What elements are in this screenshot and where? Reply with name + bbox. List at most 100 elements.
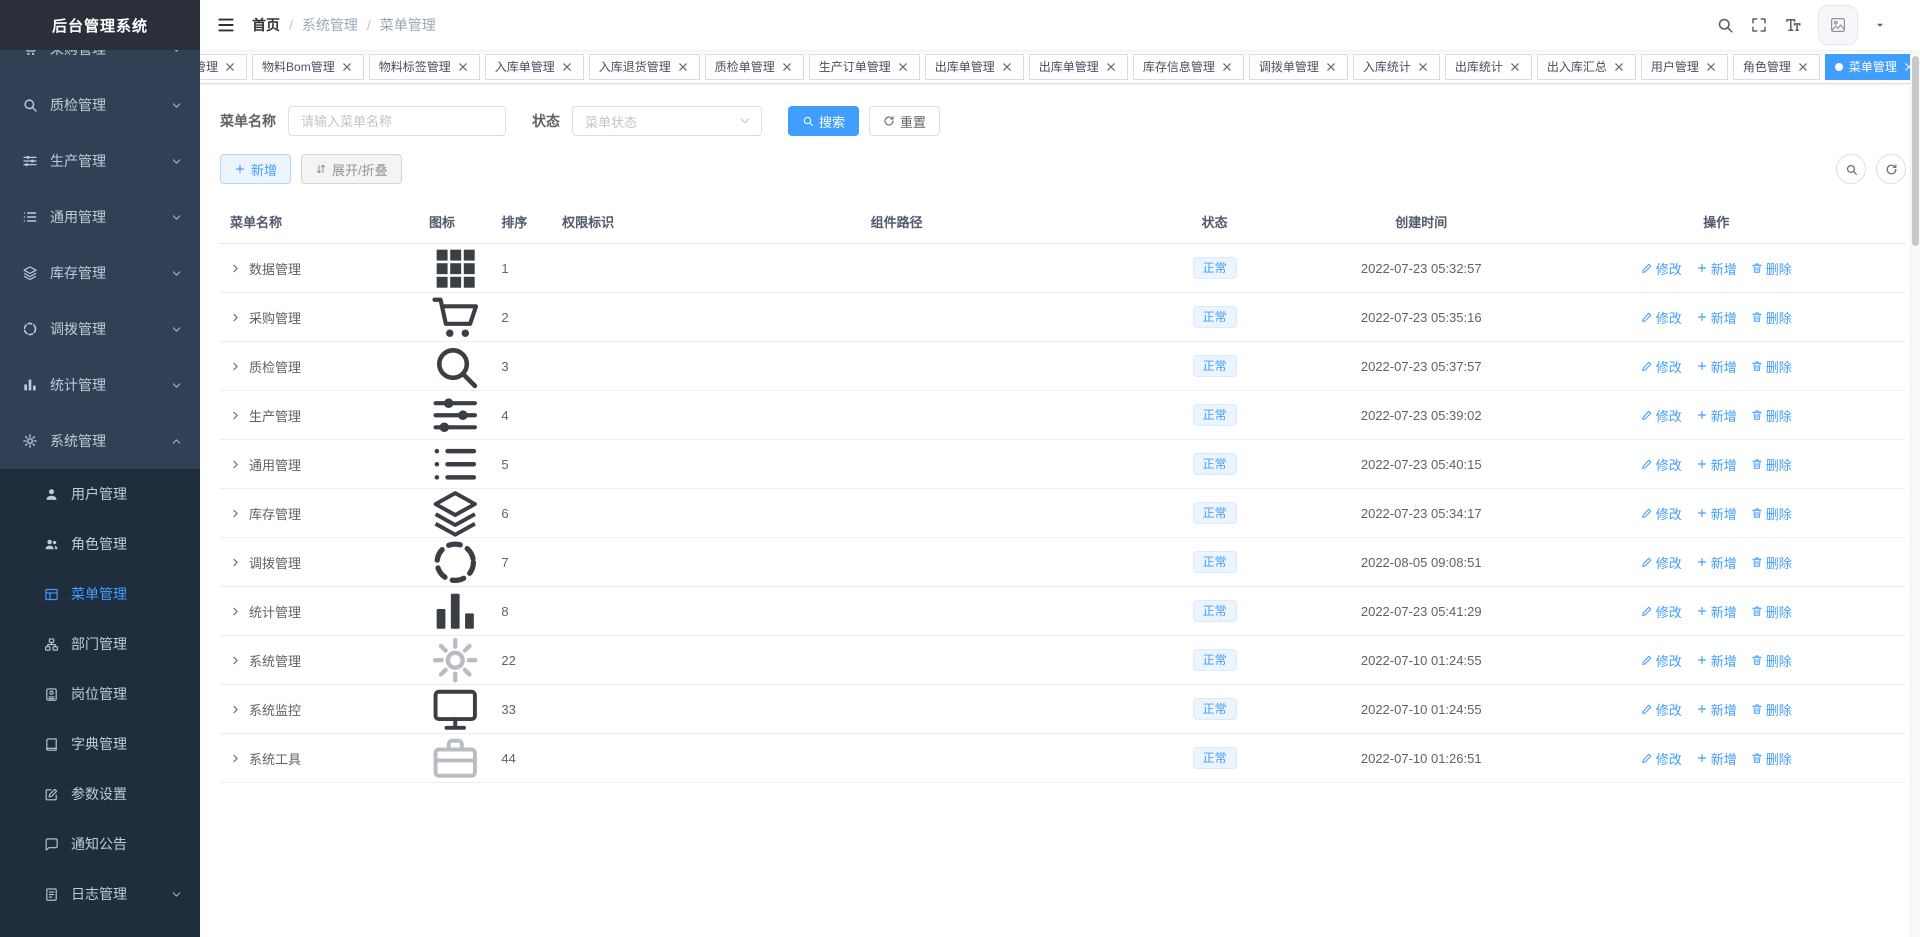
search-button[interactable]: 搜索 — [788, 106, 859, 136]
add-link[interactable]: 新增 — [1696, 406, 1737, 425]
delete-link[interactable]: 删除 — [1751, 455, 1792, 474]
add-link[interactable]: 新增 — [1696, 259, 1737, 278]
tab[interactable]: 库存信息管理 — [1133, 54, 1244, 80]
tab[interactable]: 角色管理 — [1733, 54, 1820, 80]
tab[interactable]: 调拨单管理 — [1249, 54, 1348, 80]
sidebar-toggle-icon[interactable] — [216, 15, 236, 35]
tab[interactable]: 物料Bom管理 — [252, 54, 364, 80]
sidebar-item[interactable]: 调拨管理 — [0, 301, 200, 357]
delete-link[interactable]: 删除 — [1751, 749, 1792, 768]
add-link[interactable]: 新增 — [1696, 602, 1737, 621]
expand-row-icon[interactable] — [230, 312, 241, 323]
edit-link[interactable]: 修改 — [1641, 357, 1682, 376]
sidebar-subitem[interactable]: 菜单管理 — [0, 569, 200, 619]
sidebar-subitem[interactable]: 参数设置 — [0, 769, 200, 819]
expand-collapse-button[interactable]: 展开/折叠 — [301, 154, 402, 184]
caret-down-icon[interactable] — [1874, 19, 1886, 31]
tab[interactable]: 质检单管理 — [705, 54, 804, 80]
expand-row-icon[interactable] — [230, 508, 241, 519]
expand-row-icon[interactable] — [230, 410, 241, 421]
delete-link[interactable]: 删除 — [1751, 504, 1792, 523]
add-link[interactable]: 新增 — [1696, 504, 1737, 523]
edit-link[interactable]: 修改 — [1641, 553, 1682, 572]
sidebar-item[interactable]: 统计管理 — [0, 357, 200, 413]
close-icon[interactable] — [780, 60, 794, 74]
tab[interactable]: 入库退货管理 — [589, 54, 700, 80]
add-button[interactable]: 新增 — [220, 154, 291, 184]
close-icon[interactable] — [1704, 60, 1718, 74]
menu-name-input[interactable] — [288, 106, 506, 136]
tab[interactable]: 出库单管理 — [925, 54, 1024, 80]
tab[interactable]: 用户管理 — [1641, 54, 1728, 80]
edit-link[interactable]: 修改 — [1641, 700, 1682, 719]
expand-row-icon[interactable] — [230, 361, 241, 372]
edit-link[interactable]: 修改 — [1641, 749, 1682, 768]
reset-button[interactable]: 重置 — [869, 106, 940, 136]
close-icon[interactable] — [1000, 60, 1014, 74]
expand-row-icon[interactable] — [230, 459, 241, 470]
add-link[interactable]: 新增 — [1696, 651, 1737, 670]
expand-row-icon[interactable] — [230, 557, 241, 568]
tab[interactable]: 入库统计 — [1353, 54, 1440, 80]
close-icon[interactable] — [1796, 60, 1810, 74]
edit-link[interactable]: 修改 — [1641, 651, 1682, 670]
close-icon[interactable] — [223, 60, 237, 74]
expand-row-icon[interactable] — [230, 704, 241, 715]
tab[interactable]: 物料标签管理 — [369, 54, 480, 80]
edit-link[interactable]: 修改 — [1641, 259, 1682, 278]
sidebar-item[interactable]: 通用管理 — [0, 189, 200, 245]
tab[interactable]: 生产订单管理 — [809, 54, 920, 80]
sidebar-subitem[interactable]: 岗位管理 — [0, 669, 200, 719]
delete-link[interactable]: 删除 — [1751, 308, 1792, 327]
close-icon[interactable] — [1104, 60, 1118, 74]
sidebar-item[interactable]: 生产管理 — [0, 133, 200, 189]
sidebar-item[interactable]: 库存管理 — [0, 245, 200, 301]
close-icon[interactable] — [456, 60, 470, 74]
sidebar-subitem[interactable]: 部门管理 — [0, 619, 200, 669]
sidebar-subitem[interactable]: 通知公告 — [0, 819, 200, 869]
sidebar-item[interactable]: 质检管理 — [0, 77, 200, 133]
sidebar-subitem[interactable]: 字典管理 — [0, 719, 200, 769]
status-select[interactable]: 菜单状态 — [572, 106, 762, 136]
add-link[interactable]: 新增 — [1696, 455, 1737, 474]
add-link[interactable]: 新增 — [1696, 749, 1737, 768]
edit-link[interactable]: 修改 — [1641, 602, 1682, 621]
close-icon[interactable] — [676, 60, 690, 74]
sidebar-subitem[interactable]: 角色管理 — [0, 519, 200, 569]
close-icon[interactable] — [340, 60, 354, 74]
expand-row-icon[interactable] — [230, 606, 241, 617]
expand-row-icon[interactable] — [230, 753, 241, 764]
close-icon[interactable] — [560, 60, 574, 74]
sidebar-item[interactable]: 系统管理 — [0, 413, 200, 469]
add-link[interactable]: 新增 — [1696, 553, 1737, 572]
delete-link[interactable]: 删除 — [1751, 357, 1792, 376]
expand-row-icon[interactable] — [230, 655, 241, 666]
tab[interactable]: 出库单管理 — [1029, 54, 1128, 80]
delete-link[interactable]: 删除 — [1751, 602, 1792, 621]
edit-link[interactable]: 修改 — [1641, 406, 1682, 425]
edit-link[interactable]: 修改 — [1641, 455, 1682, 474]
show-search-toggle-button[interactable] — [1836, 154, 1866, 184]
tab[interactable]: 出库统计 — [1445, 54, 1532, 80]
edit-link[interactable]: 修改 — [1641, 504, 1682, 523]
tab[interactable]: 入库单管理 — [485, 54, 584, 80]
expand-row-icon[interactable] — [230, 263, 241, 274]
search-icon[interactable] — [1716, 16, 1734, 34]
delete-link[interactable]: 删除 — [1751, 700, 1792, 719]
vertical-scrollbar[interactable] — [1910, 50, 1920, 937]
delete-link[interactable]: 删除 — [1751, 406, 1792, 425]
sidebar-subitem[interactable]: 用户管理 — [0, 469, 200, 519]
sidebar-subitem[interactable]: 日志管理 — [0, 869, 200, 919]
tab[interactable]: 物料管理 — [200, 54, 247, 80]
close-icon[interactable] — [1324, 60, 1338, 74]
delete-link[interactable]: 删除 — [1751, 651, 1792, 670]
add-link[interactable]: 新增 — [1696, 357, 1737, 376]
refresh-table-button[interactable] — [1876, 154, 1906, 184]
tab[interactable]: 出入库汇总 — [1537, 54, 1636, 80]
breadcrumb-item[interactable]: 首页 — [252, 15, 280, 35]
close-icon[interactable] — [1416, 60, 1430, 74]
close-icon[interactable] — [1508, 60, 1522, 74]
avatar[interactable] — [1818, 5, 1858, 45]
close-icon[interactable] — [1220, 60, 1234, 74]
delete-link[interactable]: 删除 — [1751, 259, 1792, 278]
